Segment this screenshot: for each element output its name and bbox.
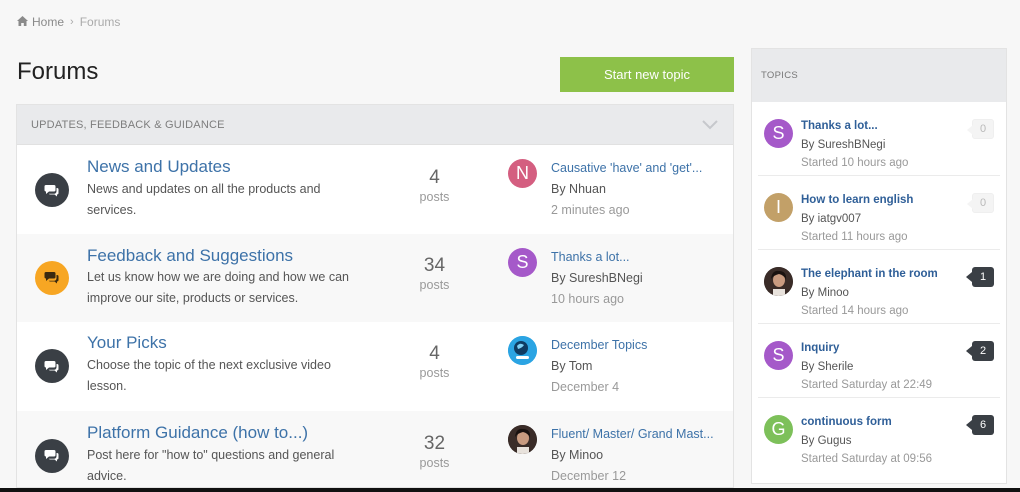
topic-author: By iatgv007 <box>801 213 862 225</box>
post-count: 34 posts <box>402 255 467 292</box>
topic-author: By Sherile <box>801 361 854 373</box>
post-count-number: 32 <box>423 432 446 454</box>
chevron-down-icon[interactable] <box>701 116 719 134</box>
last-post-title-link[interactable]: December Topics <box>551 338 647 352</box>
avatar-letter: S <box>772 345 785 365</box>
forum-description: Let us know how we are doing and how we … <box>87 269 349 305</box>
last-post-time: 2 minutes ago <box>551 203 630 217</box>
avatar[interactable]: S <box>508 247 537 277</box>
post-count: 32 posts <box>402 433 467 470</box>
forum-name-link[interactable]: News and Updates <box>87 157 231 177</box>
post-count-label: posts <box>419 455 450 470</box>
last-post-title-link[interactable]: Thanks a lot... <box>551 250 630 264</box>
category-title: UPDATES, FEEDBACK & GUIDANCE <box>31 118 225 131</box>
topic-item: S Inquiry By Sherile Started Saturday at… <box>758 324 1000 398</box>
breadcrumb: Home › Forums <box>17 15 120 29</box>
avatar[interactable] <box>508 424 537 454</box>
topic-start-time: Started 11 hours ago <box>801 231 908 243</box>
forum-row: Your Picks Choose the topic of the next … <box>17 322 733 411</box>
forum-description: Post here for "how to" questions and gen… <box>87 447 335 483</box>
topic-title-link[interactable]: The elephant in the room <box>801 268 938 280</box>
topic-title-link[interactable]: continuous form <box>801 416 892 428</box>
home-icon[interactable] <box>17 15 28 29</box>
last-post-time: December 4 <box>551 380 620 394</box>
user-photo-avatar <box>508 424 537 454</box>
last-post-time: 10 hours ago <box>551 291 624 306</box>
topic-title-link[interactable]: Thanks a lot... <box>801 120 878 132</box>
reply-count-badge: 6 <box>966 415 994 435</box>
globe-avatar-image <box>508 336 537 365</box>
reply-count-badge: 0 <box>967 193 994 213</box>
breadcrumb-home-link[interactable]: Home <box>32 15 64 29</box>
avatar-letter: G <box>771 419 786 439</box>
avatar[interactable]: S <box>764 119 793 148</box>
forum-row: Feedback and Suggestions Let us know how… <box>17 233 733 322</box>
chevron-right-icon: › <box>70 16 74 28</box>
forum-row: News and Updates News and updates on all… <box>17 145 733 234</box>
last-post-author: By Minoo <box>551 447 604 462</box>
avatar-letter: S <box>516 251 529 272</box>
avatar[interactable] <box>508 336 537 365</box>
last-post-author: By SureshBNegi <box>551 270 643 285</box>
breadcrumb-current: Forums <box>79 15 121 29</box>
post-count-number: 4 <box>429 343 440 364</box>
avatar-letter: N <box>516 163 529 183</box>
avatar[interactable]: N <box>508 159 537 188</box>
post-count-label: posts <box>419 366 450 380</box>
topic-item: G continuous form By Gugus Started Satur… <box>758 398 1000 472</box>
topic-author: By SureshBNegi <box>801 139 886 151</box>
last-post-time: December 12 <box>551 468 627 483</box>
avatar[interactable]: G <box>764 415 793 444</box>
topics-header: TOPICS <box>752 49 1006 102</box>
topics-sidebar: TOPICS S Thanks a lot... By SureshBNegi … <box>751 48 1007 484</box>
chat-bubbles-icon <box>35 438 69 473</box>
avatar[interactable]: S <box>764 341 793 370</box>
forum-row: Platform Guidance (how to...) Post here … <box>17 410 733 487</box>
topic-author: By Minoo <box>801 287 849 299</box>
forum-description: News and updates on all the products and… <box>87 182 321 217</box>
post-count-number: 4 <box>429 167 440 188</box>
topic-item: The elephant in the room By Minoo Starte… <box>758 250 1000 324</box>
topic-title-link[interactable]: How to learn english <box>801 194 913 206</box>
topic-item: I How to learn english By iatgv007 Start… <box>758 176 1000 250</box>
forum-description: Choose the topic of the next exclusive v… <box>87 358 331 393</box>
topics-title: TOPICS <box>761 70 798 81</box>
forum-name-link[interactable]: Platform Guidance (how to...) <box>87 423 308 443</box>
forum-category-panel: UPDATES, FEEDBACK & GUIDANCE News and Up… <box>16 104 734 488</box>
post-count-label: posts <box>419 277 450 292</box>
reply-count-badge: 2 <box>966 341 994 361</box>
last-post-author: By Nhuan <box>551 182 606 196</box>
topic-start-time: Started Saturday at 09:56 <box>801 453 933 465</box>
post-count-number: 34 <box>423 254 446 276</box>
window-bottom-edge <box>0 488 1020 492</box>
topic-title-link[interactable]: Inquiry <box>801 342 839 354</box>
topic-author: By Gugus <box>801 435 852 447</box>
topic-start-time: Started Saturday at 22:49 <box>801 379 933 391</box>
post-count: 4 posts <box>402 343 467 380</box>
last-post-title-link[interactable]: Fluent/ Master/ Grand Mast... <box>551 427 714 441</box>
chat-bubbles-icon <box>35 173 69 207</box>
avatar-letter: I <box>775 197 781 217</box>
last-post-title-link[interactable]: Causative 'have' and 'get'... <box>551 161 702 175</box>
last-post-author: By Tom <box>551 359 593 373</box>
avatar[interactable]: I <box>764 193 793 222</box>
topic-start-time: Started 10 hours ago <box>801 157 909 169</box>
start-new-topic-button[interactable]: Start new topic <box>560 57 734 92</box>
topic-start-time: Started 14 hours ago <box>801 305 909 317</box>
reply-count-badge: 0 <box>967 119 994 139</box>
forum-name-link[interactable]: Your Picks <box>87 333 167 353</box>
topic-item: S Thanks a lot... By SureshBNegi Started… <box>758 102 1000 176</box>
post-count: 4 posts <box>402 167 467 204</box>
user-photo-avatar <box>764 267 793 296</box>
category-header[interactable]: UPDATES, FEEDBACK & GUIDANCE <box>17 105 733 145</box>
post-count-label: posts <box>419 190 450 204</box>
avatar-letter: S <box>772 123 785 143</box>
reply-count-badge: 1 <box>966 267 994 287</box>
chat-bubbles-icon <box>35 260 69 295</box>
chat-bubbles-icon <box>35 349 69 383</box>
page-title: Forums <box>17 58 99 85</box>
forum-name-link[interactable]: Feedback and Suggestions <box>87 246 293 266</box>
avatar[interactable] <box>764 267 793 296</box>
